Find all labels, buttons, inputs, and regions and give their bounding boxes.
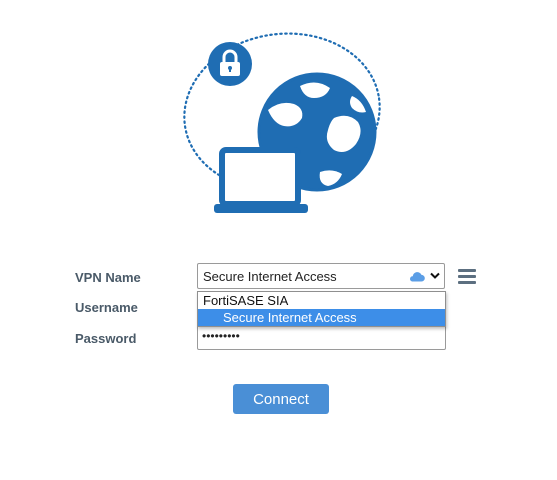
dropdown-option-label: Secure Internet Access <box>223 310 357 325</box>
password-label: Password <box>75 331 137 346</box>
hamburger-menu-icon[interactable] <box>458 268 476 284</box>
connect-button[interactable]: Connect <box>233 384 329 414</box>
password-masked-value: ••••••••• <box>202 329 240 343</box>
cloud-icon <box>410 272 425 282</box>
lock-icon <box>208 42 252 86</box>
chevron-down-icon[interactable] <box>430 272 440 280</box>
dropdown-option-secure-internet-access[interactable]: Secure Internet Access <box>198 309 445 326</box>
username-label: Username <box>75 300 138 315</box>
laptop-icon <box>214 147 308 213</box>
dropdown-group-label: FortiSASE SIA <box>203 293 289 308</box>
vpn-name-dropdown-list: FortiSASE SIA Secure Internet Access <box>197 291 446 327</box>
vpn-name-select[interactable]: Secure Internet Access <box>197 263 445 289</box>
vpn-name-label: VPN Name <box>75 270 141 285</box>
vpn-name-selected-value: Secure Internet Access <box>203 269 337 284</box>
vpn-hero-illustration <box>183 32 381 213</box>
